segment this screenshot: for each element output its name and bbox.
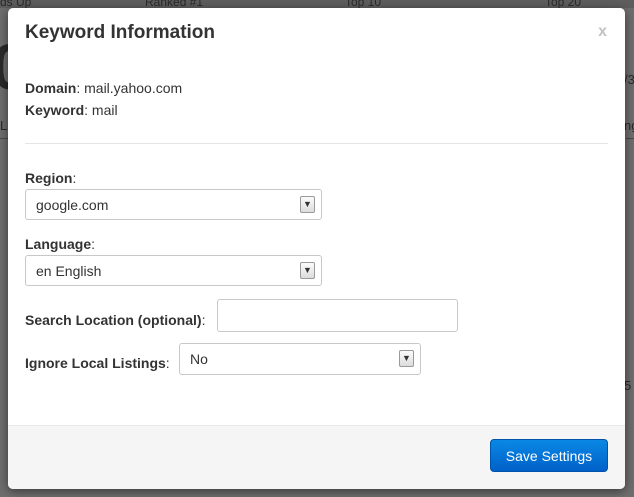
background-tab: Ranked #1	[145, 0, 204, 8]
save-settings-button[interactable]: Save Settings	[490, 439, 608, 472]
background-fragment: L	[0, 118, 8, 133]
background-tab: rds Up	[0, 0, 32, 8]
dialog-footer: Save Settings	[8, 425, 625, 489]
language-label: Language	[25, 236, 92, 252]
domain-value: mail.yahoo.com	[84, 80, 183, 96]
language-field-label: Language:	[25, 236, 96, 252]
ignore-local-label: Ignore Local Listings	[25, 355, 166, 371]
region-field-label: Region:	[25, 170, 77, 186]
section-divider	[25, 143, 608, 144]
domain-info: Domain: mail.yahoo.com	[25, 80, 183, 96]
language-selected-value: en English	[36, 263, 102, 279]
chevron-down-icon: ▼	[300, 262, 315, 279]
region-selected-value: google.com	[36, 197, 109, 213]
background-divider	[0, 138, 8, 139]
keyword-value: mail	[91, 102, 118, 118]
keyword-information-dialog: Keyword Information x Domain: mail.yahoo…	[8, 8, 625, 489]
background-fragment: ng	[624, 118, 634, 133]
ignore-local-selected-value: No	[190, 351, 208, 367]
dialog-title: Keyword Information	[25, 22, 216, 43]
language-select[interactable]: en English ▼	[25, 255, 322, 286]
chevron-down-icon: ▼	[300, 196, 315, 213]
background-fragment: /3	[624, 72, 634, 87]
keyword-label: Keyword	[25, 102, 85, 118]
search-location-input[interactable]	[217, 299, 458, 332]
ignore-local-field-label: Ignore Local Listings:	[25, 355, 170, 371]
close-button[interactable]: x	[598, 23, 607, 41]
search-location-label: Search Location (optional)	[25, 312, 202, 328]
background-tab: Top 10	[345, 0, 382, 8]
ignore-local-select[interactable]: No ▼	[179, 343, 421, 375]
background-divider	[626, 138, 634, 139]
search-location-field-label: Search Location (optional):	[25, 312, 206, 328]
background-tab: Top 20	[545, 0, 582, 8]
region-select[interactable]: google.com ▼	[25, 189, 322, 220]
chevron-down-icon: ▼	[399, 350, 414, 367]
background-stats-bar: rds Up Ranked #1 Top 10 Top 20	[0, 0, 634, 8]
domain-label: Domain	[25, 80, 77, 96]
keyword-info: Keyword: mail	[25, 102, 118, 118]
region-label: Region	[25, 170, 73, 186]
background-fragment: 5	[624, 378, 632, 393]
